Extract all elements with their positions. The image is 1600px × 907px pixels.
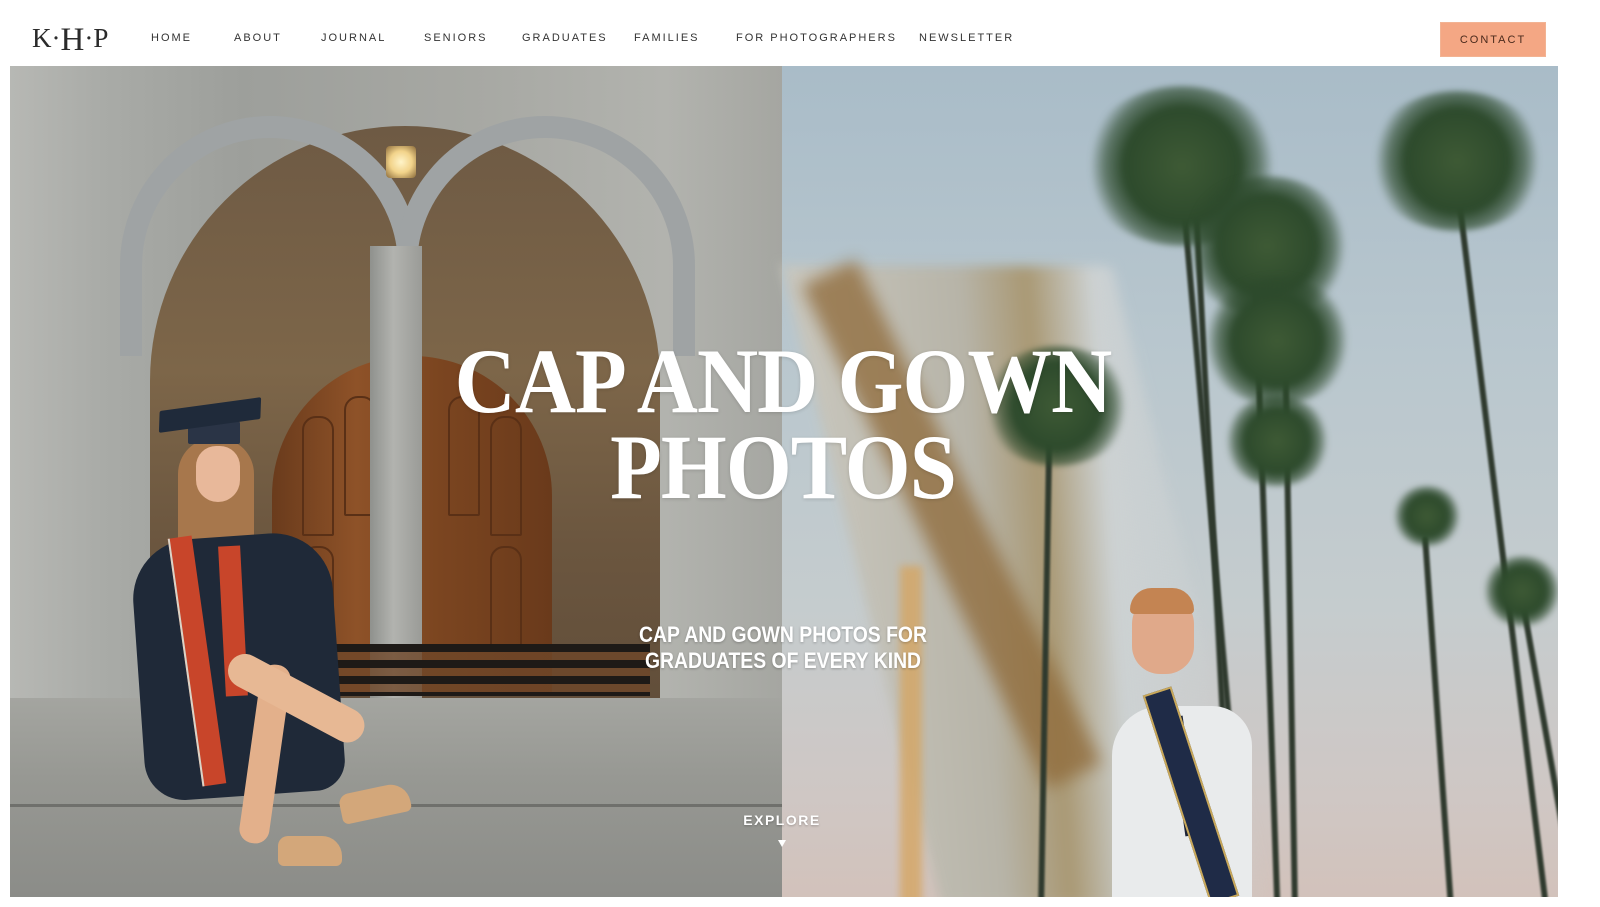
shoe bbox=[278, 836, 342, 866]
logo-right: ·P bbox=[84, 23, 109, 53]
subheading-line-1: CAP AND GOWN PHOTOS FOR bbox=[639, 622, 927, 647]
subheading-line-2: GRADUATES OF EVERY KIND bbox=[644, 648, 922, 673]
explore-link[interactable]: EXPLORE bbox=[742, 812, 822, 828]
palm-crown bbox=[1367, 91, 1547, 231]
nav-item-seniors[interactable]: SENIORS bbox=[424, 32, 488, 44]
nav-item-journal[interactable]: JOURNAL bbox=[321, 32, 386, 44]
logo-center: H bbox=[60, 22, 85, 58]
nav-item-newsletter[interactable]: NEWSLETTER bbox=[919, 32, 1014, 44]
nav-item-graduates[interactable]: GRADUATES bbox=[522, 32, 608, 44]
nav-item-for-photographers[interactable]: FOR PHOTOGRAPHERS bbox=[736, 32, 897, 44]
headline-line-2: PHOTOS bbox=[610, 416, 957, 518]
nav-item-about[interactable]: ABOUT bbox=[234, 32, 282, 44]
palm-trunk bbox=[1452, 165, 1549, 897]
hero-headline: CAP AND GOWN PHOTOS bbox=[63, 330, 1504, 518]
nav-item-families[interactable]: FAMILIES bbox=[634, 32, 700, 44]
headline-line-1: CAP AND GOWN bbox=[454, 330, 1113, 432]
contact-button[interactable]: CONTACT bbox=[1440, 22, 1546, 57]
lantern bbox=[386, 146, 416, 178]
building-column bbox=[900, 566, 922, 897]
site-logo[interactable]: K·H·P bbox=[32, 22, 109, 57]
graduate-hair bbox=[1130, 588, 1194, 614]
triangle-down-icon[interactable] bbox=[778, 840, 786, 847]
palm-trunk bbox=[1422, 535, 1454, 897]
site-header: K·H·P HOME ABOUT JOURNAL SENIORS GRADUAT… bbox=[0, 0, 1600, 66]
nav-item-home[interactable]: HOME bbox=[151, 32, 192, 44]
palm-crown bbox=[1482, 556, 1558, 626]
logo-left: K· bbox=[32, 23, 61, 53]
hero-subheading: CAP AND GOWN PHOTOS FOR GRADUATES OF EVE… bbox=[94, 622, 1472, 674]
